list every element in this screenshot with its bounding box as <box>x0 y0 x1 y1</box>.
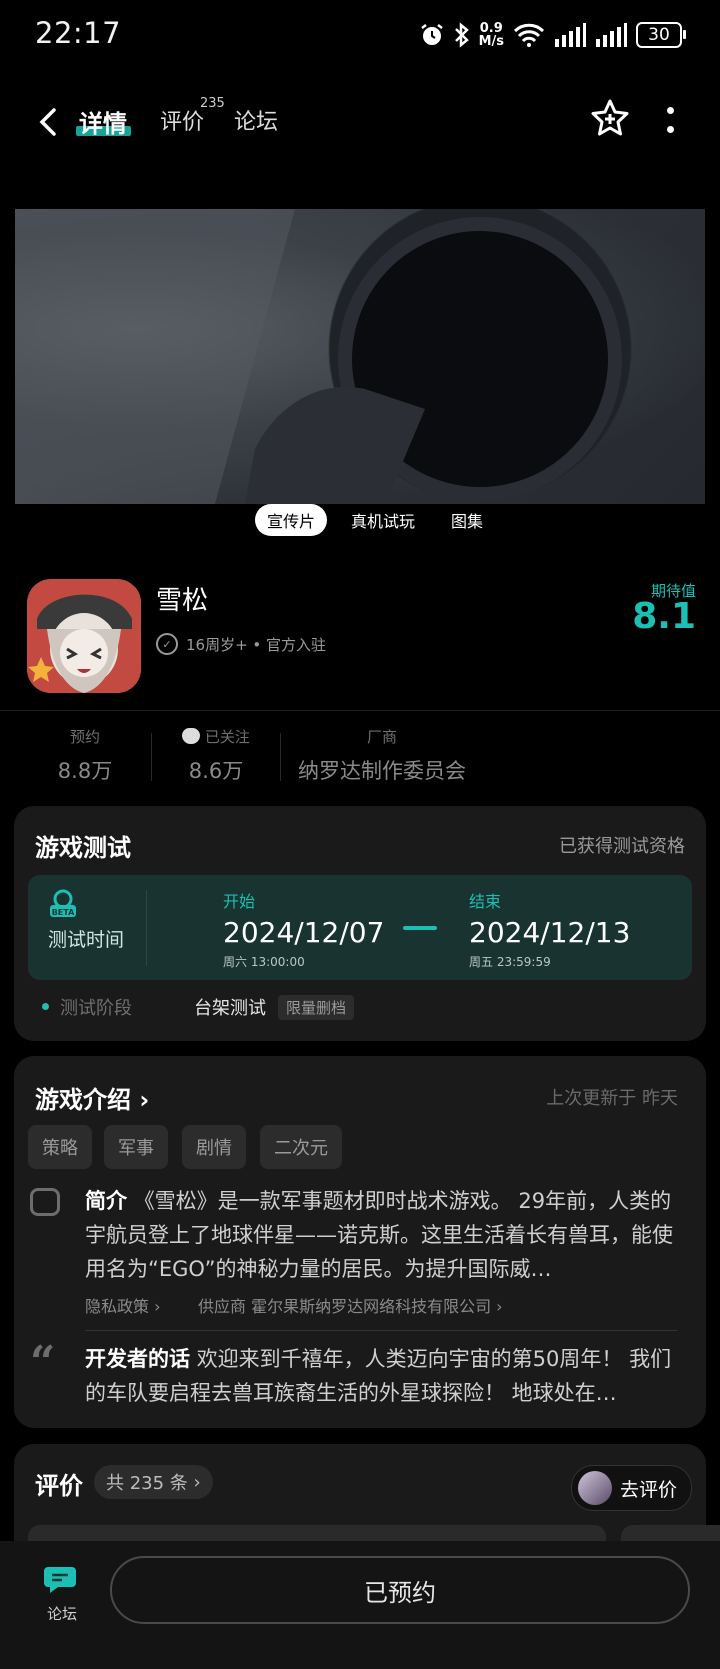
test-stage-value: 台架测试 <box>194 998 266 1019</box>
stat-publisher[interactable]: 厂商 纳罗达制作委员会 <box>292 726 472 785</box>
more-button[interactable] <box>658 100 682 140</box>
test-start-time: 周六 13:00:00 <box>223 955 305 969</box>
test-end-date: 2024/12/13 <box>469 916 631 949</box>
forum-icon[interactable] <box>44 1563 80 1597</box>
promo-video-frame <box>15 209 622 504</box>
genre-tag[interactable]: 策略 <box>28 1125 92 1169</box>
stat-value: 8.6万 <box>188 759 244 783</box>
divider <box>85 1330 677 1331</box>
alarm-icon <box>420 24 443 45</box>
stat-label: 已关注 <box>170 726 262 747</box>
privacy-policy-link[interactable]: 隐私政策 › <box>85 1293 161 1317</box>
test-start: 开始 2024/12/07 周六 13:00:00 <box>223 888 384 970</box>
status-time: 22:17 <box>35 16 122 50</box>
chevron-left-icon <box>39 108 56 136</box>
genre-tag[interactable]: 二次元 <box>260 1125 342 1169</box>
review-count[interactable]: 共 235 条 › <box>94 1465 213 1499</box>
media-tab-gameplay[interactable]: 真机试玩 <box>339 504 427 536</box>
battery-icon: 30 <box>636 22 686 48</box>
beta-icon: BETA <box>48 889 78 919</box>
promo-video[interactable] <box>15 209 705 504</box>
intro-summary[interactable]: 简介 《雪松》是一款军事题材即时战术游戏。 29年前，人类的宇航员登上了地球伴星… <box>85 1184 675 1286</box>
star-add-icon <box>591 99 629 136</box>
last-updated: 上次更新于 昨天 <box>546 1088 678 1109</box>
signal-icon-2 <box>596 23 627 47</box>
stat-followers[interactable]: 已关注 8.6万 <box>170 726 262 785</box>
heart-check-icon <box>182 728 201 744</box>
game-meta: ✓ 16周岁+ • 官方入驻 <box>156 633 326 655</box>
test-end-time: 周五 23:59:59 <box>469 955 551 969</box>
game-icon-art <box>27 579 141 693</box>
reserved-button[interactable]: 已预约 <box>110 1556 690 1624</box>
bluetooth-icon <box>454 22 469 48</box>
stat-label: 预约 <box>69 728 100 746</box>
stat-reservations: 预约 8.8万 <box>45 726 125 785</box>
media-tab-trailer[interactable]: 宣传片 <box>255 504 328 536</box>
favorite-button[interactable] <box>590 98 630 140</box>
intro-card-title[interactable]: 游戏介绍 › <box>35 1080 149 1115</box>
genre-tag[interactable]: 军事 <box>104 1125 168 1169</box>
stat-separator <box>151 733 152 781</box>
test-stage-tag: 限量删档 <box>278 995 355 1020</box>
test-start-label: 开始 <box>223 892 256 911</box>
arrow-right-icon <box>403 926 437 930</box>
svg-text:BETA: BETA <box>52 908 75 917</box>
verified-icon: ✓ <box>156 633 178 655</box>
signal-icon-1 <box>555 23 586 47</box>
test-qualification-status: 已获得测试资格 <box>559 836 685 857</box>
genre-tag[interactable]: 剧情 <box>182 1125 246 1169</box>
expectation-score: 8.1 <box>632 596 696 637</box>
media-tabs: 宣传片 真机试玩 图集 <box>255 504 495 536</box>
review-card-title: 评价 <box>35 1472 83 1500</box>
game-name: 雪松 <box>156 586 209 616</box>
tab-reviews-badge: 235 <box>200 96 225 111</box>
quote-icon: “ <box>30 1337 56 1388</box>
test-start-date: 2024/12/07 <box>223 916 385 949</box>
test-end-label: 结束 <box>469 892 502 911</box>
more-dot <box>666 107 674 114</box>
divider <box>0 710 720 711</box>
tab-details[interactable]: 详情 <box>79 104 127 139</box>
test-stage-label: 测试阶段 <box>60 998 132 1019</box>
stat-value: 纳罗达制作委员会 <box>298 759 466 783</box>
net-speed: 0.9 M/s <box>478 21 504 49</box>
forum-label: 论坛 <box>47 1605 78 1623</box>
game-icon <box>27 579 141 693</box>
document-icon <box>30 1188 60 1216</box>
wifi-icon <box>513 23 545 47</box>
test-separator <box>146 890 147 966</box>
back-button[interactable] <box>30 100 66 144</box>
test-card-title: 游戏测试 <box>35 834 131 862</box>
test-time-label: 测试时间 <box>48 929 125 951</box>
write-review-button[interactable]: 去评价 <box>571 1465 693 1511</box>
stage-dot <box>42 1003 49 1010</box>
stat-value: 8.8万 <box>57 759 113 783</box>
more-dot <box>666 126 674 133</box>
tab-reviews[interactable]: 评价 <box>160 104 204 136</box>
avatar <box>578 1471 612 1505</box>
tab-forum[interactable]: 论坛 <box>234 104 278 136</box>
supplier-link[interactable]: 供应商 霍尔果斯纳罗达网络科技有限公司 › <box>198 1293 503 1317</box>
status-icons: 0.9 M/s 30 <box>419 18 686 52</box>
developer-note[interactable]: 开发者的话 欢迎来到千禧年，人类迈向宇宙的第50周年！ 我们的车队要启程去兽耳族… <box>85 1342 675 1410</box>
media-tab-gallery[interactable]: 图集 <box>439 504 495 536</box>
game-meta-text: 16周岁+ • 官方入驻 <box>186 635 327 654</box>
stat-separator <box>280 733 281 781</box>
stat-label: 厂商 <box>366 728 397 746</box>
test-end: 结束 2024/12/13 周五 23:59:59 <box>469 888 630 970</box>
chevron-right-icon: › <box>139 1086 150 1114</box>
